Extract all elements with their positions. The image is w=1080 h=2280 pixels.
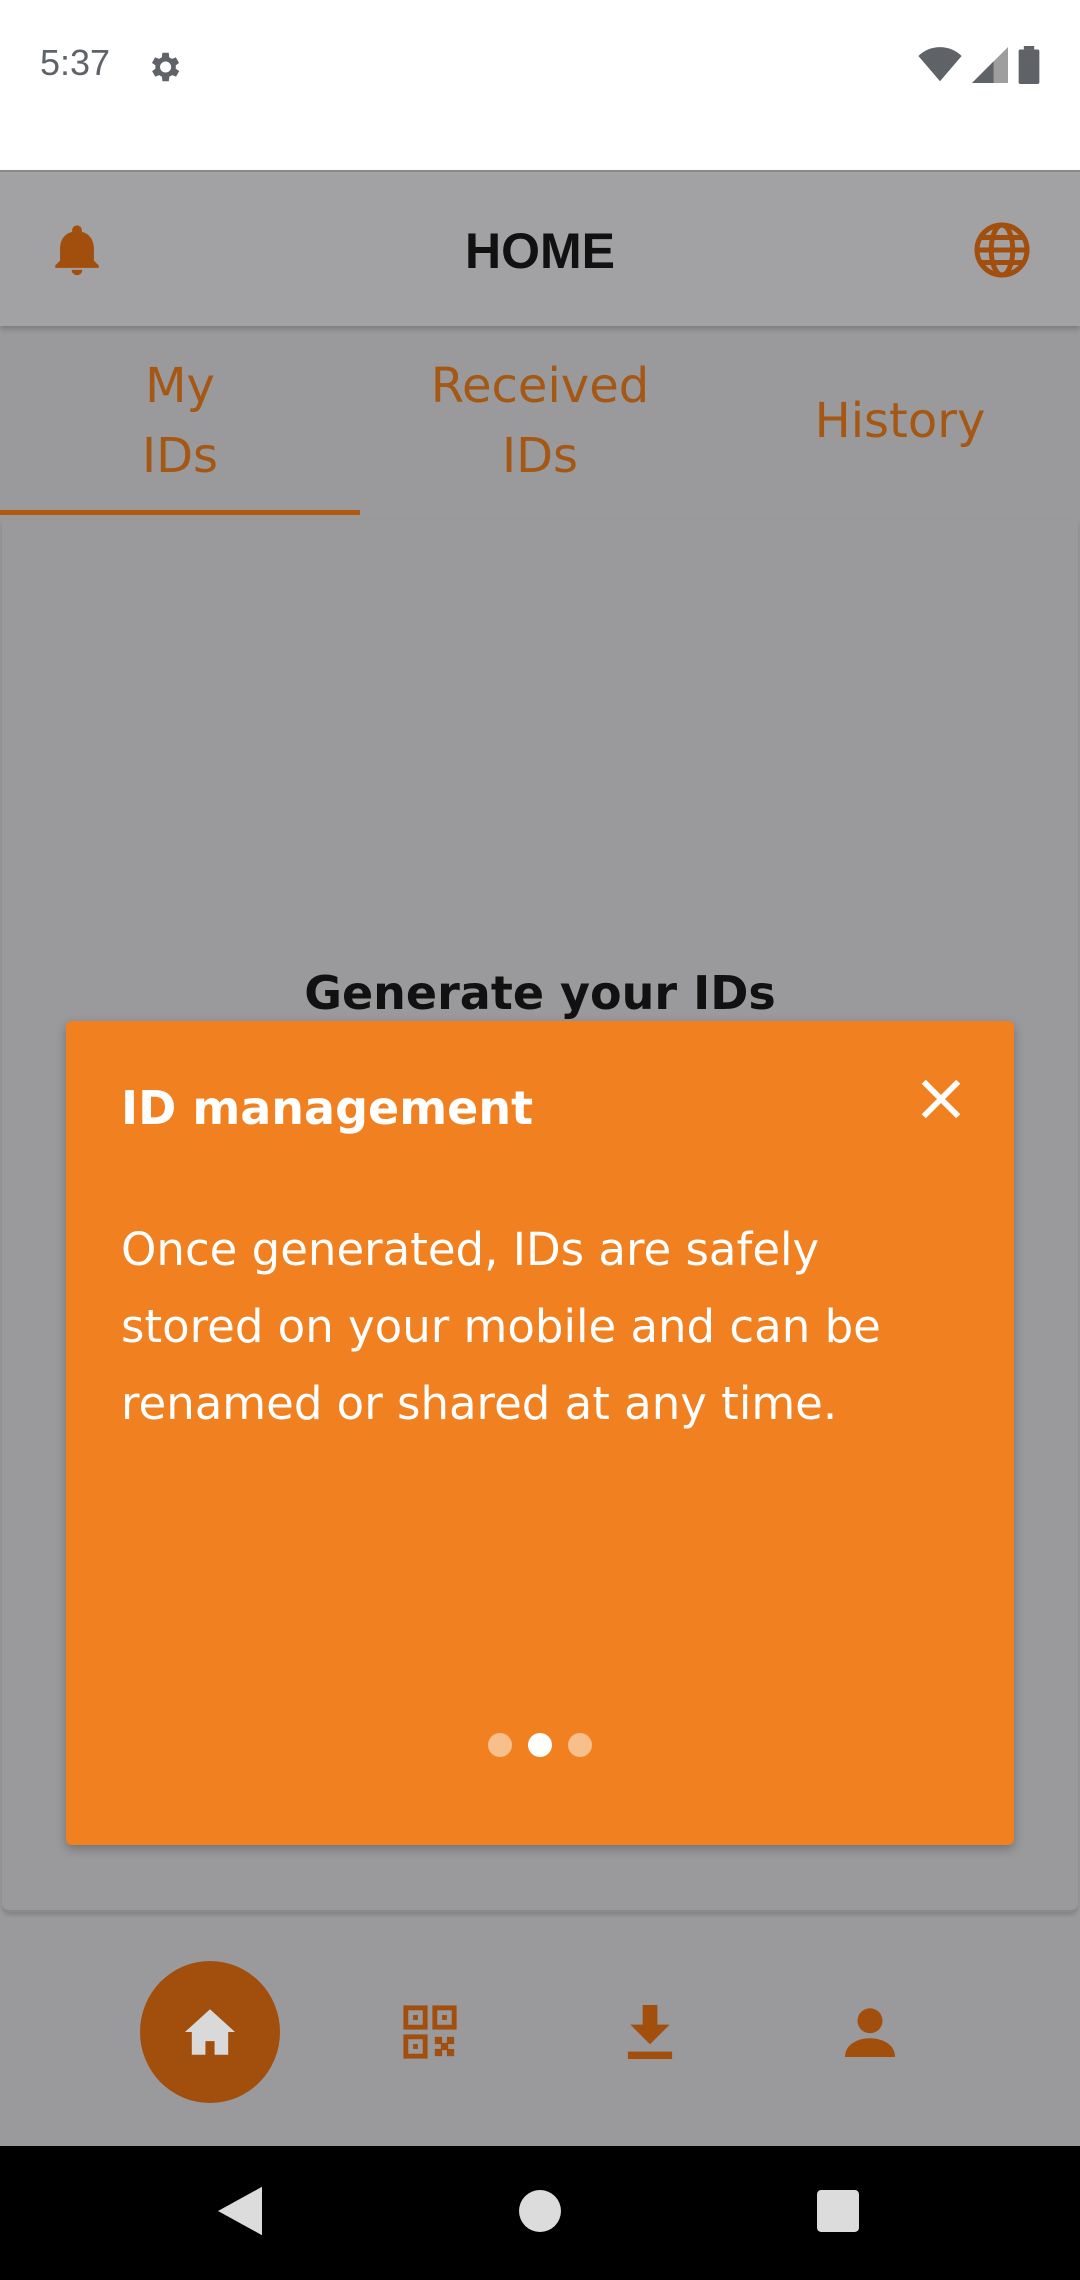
qr-code-icon [403,2005,457,2059]
signal-icon [972,47,1008,83]
status-icons [918,46,1040,84]
settings-gear-icon [151,52,180,82]
tab-received-ids[interactable]: Received IDs [360,326,720,516]
close-icon[interactable] [918,1076,964,1122]
page-dot-active [528,1733,552,1757]
tab-history[interactable]: History [720,326,1080,516]
tab-label: Received IDs [430,358,650,484]
bottom-navigation [0,1918,1080,2146]
back-icon[interactable] [218,2186,262,2236]
tab-my-ids[interactable]: My IDs [0,326,360,516]
home-selected-indicator [140,1961,280,2103]
download-icon [627,2005,673,2059]
tooltip-title: ID management [121,1081,534,1135]
language-globe-icon[interactable] [972,220,1032,280]
onboarding-tooltip: ID management Once generated, IDs are sa… [66,1021,1014,1845]
nav-profile[interactable] [800,1918,940,2146]
page-title: HOME [465,223,615,279]
battery-icon [1018,46,1040,84]
person-icon [845,2008,895,2057]
tab-bar: My IDs Received IDs History [0,326,1080,516]
empty-state-heading: Generate your IDs [304,966,776,1020]
status-time: 5:37 [40,42,111,83]
tab-indicator [0,510,360,515]
wifi-icon [918,47,962,82]
tab-label: History [814,393,986,449]
nav-scan[interactable] [360,1918,500,2146]
recents-icon[interactable] [817,2186,859,2236]
tooltip-body: Once generated, IDs are safely stored on… [121,1223,881,1430]
tab-label: My IDs [141,358,219,484]
home-icon [185,2009,235,2055]
page-dot [568,1733,592,1757]
nav-download[interactable] [580,1918,720,2146]
system-navigation-bar [0,2146,1080,2280]
page-dot [488,1733,512,1757]
home-circle-icon[interactable] [519,2186,561,2236]
top-app-bar: HOME [0,170,1080,326]
status-bar: 5:37 [0,0,1080,170]
nav-home[interactable] [140,1918,280,2146]
page-indicator [66,1733,1014,1757]
